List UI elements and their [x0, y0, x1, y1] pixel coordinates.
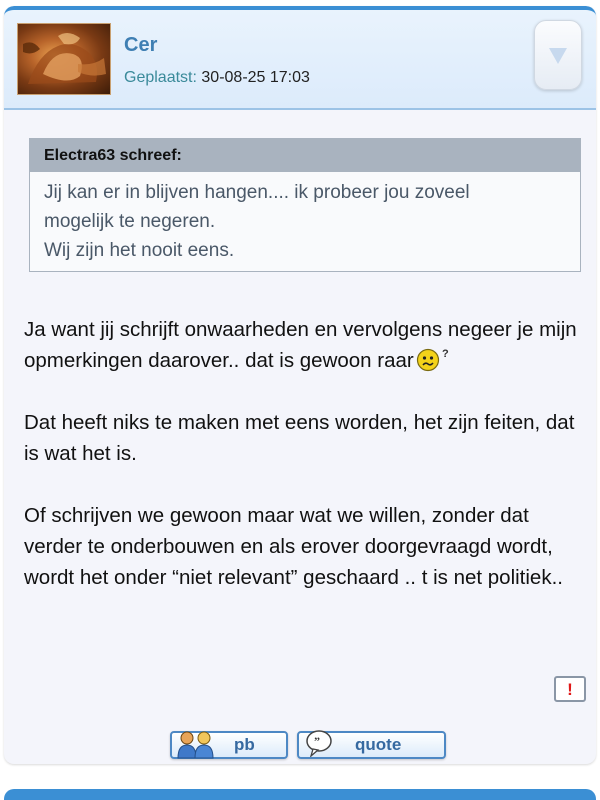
- post-paragraph-text: Ja want jij schrijft onwaarheden en verv…: [24, 318, 577, 372]
- quote-author: Electra63 schreef:: [30, 139, 580, 172]
- svg-text:”: ”: [314, 734, 320, 748]
- post-paragraph: Dat heeft niks te maken met eens worden,…: [24, 411, 575, 465]
- speech-bubble-icon: ”: [305, 729, 335, 762]
- confused-smiley-icon: ?: [416, 348, 449, 372]
- quote-line: mogelijk te negeren.: [44, 211, 216, 232]
- post-author[interactable]: Cer: [124, 34, 157, 57]
- quote-button-label: quote: [355, 735, 402, 754]
- post-paragraph: Of schrijven we gewoon maar wat we wille…: [24, 504, 563, 589]
- next-post-header: [4, 789, 596, 800]
- smiley-question-mark: ?: [442, 348, 449, 360]
- quote-line: Jij kan er in blijven hangen.... ik prob…: [44, 182, 470, 203]
- pm-button-label: pb: [234, 735, 255, 754]
- post-timestamp: Geplaatst: 30-08-25 17:03: [124, 69, 310, 87]
- forum-post: Cer Geplaatst: 30-08-25 17:03 Electra63 …: [4, 6, 596, 764]
- users-icon: [176, 729, 222, 764]
- chevron-down-icon: [549, 48, 567, 64]
- posted-label: Geplaatst:: [124, 69, 197, 86]
- post-paragraph: Ja want jij schrijft onwaarheden en verv…: [24, 314, 590, 376]
- report-icon: !: [567, 679, 573, 699]
- avatar[interactable]: [17, 23, 111, 95]
- avatar-image: [23, 32, 106, 84]
- report-button[interactable]: !: [554, 676, 586, 702]
- quote-line: Wij zijn het nooit eens.: [44, 240, 235, 261]
- post-body: Ja want jij schrijft onwaarheden en verv…: [24, 314, 590, 624]
- quote-button[interactable]: ” quote: [297, 729, 446, 762]
- private-message-button[interactable]: pb: [170, 731, 288, 759]
- quote-block: Electra63 schreef: Jij kan er in blijven…: [29, 138, 581, 272]
- post-header: Cer Geplaatst: 30-08-25 17:03: [4, 6, 596, 110]
- collapse-button[interactable]: [534, 20, 582, 90]
- posted-value: 30-08-25 17:03: [201, 69, 310, 86]
- forum-page: Cer Geplaatst: 30-08-25 17:03 Electra63 …: [0, 0, 600, 800]
- quote-text: Jij kan er in blijven hangen.... ik prob…: [30, 172, 580, 265]
